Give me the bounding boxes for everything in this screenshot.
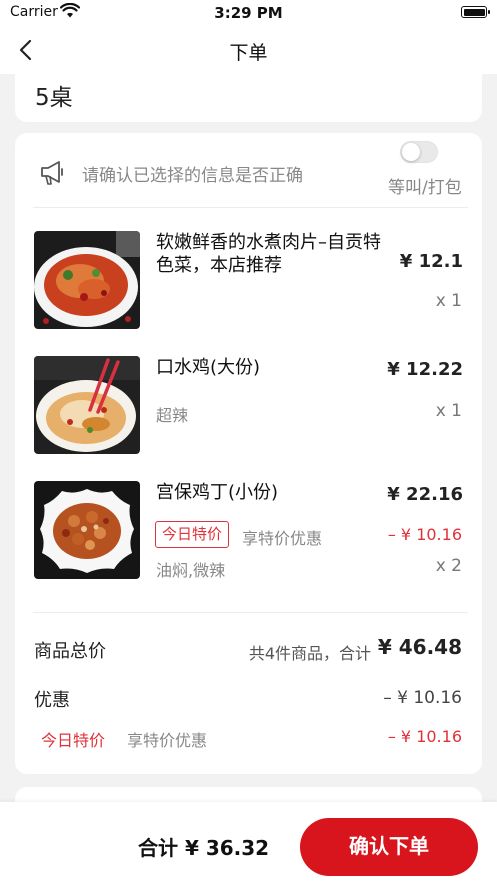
- promo-sub-amount: – ¥ 10.16: [387, 727, 462, 746]
- clock: 3:29 PM: [214, 4, 283, 22]
- dish-quantity: x 1: [435, 291, 462, 311]
- promo-tag: 今日特价: [41, 731, 106, 750]
- notice-text: 请确认已选择的信息是否正确: [82, 166, 303, 186]
- list-item[interactable]: 软嫩鲜香的水煮肉片–自贡特色菜，本店推荐 ¥ 12.1 x 1: [15, 231, 482, 331]
- list-item[interactable]: 宫保鸡丁(小份) ¥ 22.16 今日特价 享特价优惠 – ¥ 10.16 油焖…: [15, 481, 482, 581]
- wait-pack-label: 等叫/打包: [388, 178, 462, 198]
- special-offer-text: 享特价优惠: [242, 529, 323, 548]
- divider: [33, 207, 468, 208]
- item-count: 共4件商品，合计: [248, 644, 371, 663]
- promo-detail-row: 今日特价 享特价优惠 – ¥ 10.16: [15, 727, 482, 753]
- total-row: 商品总价 共4件商品，合计 ¥ 46.48: [15, 635, 482, 665]
- megaphone-icon: [41, 161, 63, 185]
- dish-name: 宫保鸡丁(小份): [156, 482, 279, 503]
- dish-spec: 超辣: [156, 406, 189, 425]
- dish-image: [34, 356, 140, 454]
- dish-price: ¥ 22.16: [387, 484, 463, 505]
- promo-amount: – ¥ 10.16: [383, 688, 462, 708]
- wait-pack-toggle[interactable]: [400, 141, 438, 163]
- promo-label: 优惠: [34, 690, 70, 711]
- total-label: 商品总价: [34, 641, 106, 662]
- divider: [33, 612, 468, 613]
- bottom-bar: 合计 ¥ 36.32 确认下单: [0, 802, 497, 883]
- page-title: 下单: [229, 42, 268, 64]
- dish-name: 软嫩鲜香的水煮肉片–自贡特色菜，本店推荐: [156, 232, 381, 276]
- promo-desc: 享特价优惠: [127, 731, 208, 750]
- dish-image: [34, 481, 140, 579]
- order-card: 请确认已选择的信息是否正确 等叫/打包 软嫩鲜香的水煮肉片–自贡特色菜，本店推荐: [15, 133, 482, 774]
- dish-spec: 油焖,微辣: [156, 561, 226, 580]
- confirm-order-button[interactable]: 确认下单: [300, 818, 478, 876]
- list-item[interactable]: 口水鸡(大份) ¥ 12.22 超辣 x 1: [15, 356, 482, 456]
- table-card: 5桌: [15, 62, 482, 122]
- dish-name: 口水鸡(大份): [156, 357, 261, 378]
- dish-price: ¥ 12.22: [387, 359, 463, 380]
- dish-price: ¥ 12.1: [399, 251, 463, 272]
- status-bar: Carrier 3:29 PM: [0, 0, 497, 26]
- table-number: 5桌: [35, 85, 73, 111]
- dish-quantity: x 2: [435, 556, 462, 576]
- special-offer-badge: 今日特价: [155, 521, 230, 548]
- dish-discount: – ¥ 10.16: [387, 525, 462, 544]
- payable-total: 合计 ¥ 36.32: [138, 836, 270, 860]
- dish-image: [34, 231, 140, 329]
- total-amount: ¥ 46.48: [377, 635, 462, 659]
- dish-quantity: x 1: [435, 401, 462, 421]
- notice-bar: 请确认已选择的信息是否正确 等叫/打包: [15, 133, 482, 207]
- battery-icon: [461, 6, 490, 18]
- promo-row: 优惠 – ¥ 10.16: [15, 686, 482, 716]
